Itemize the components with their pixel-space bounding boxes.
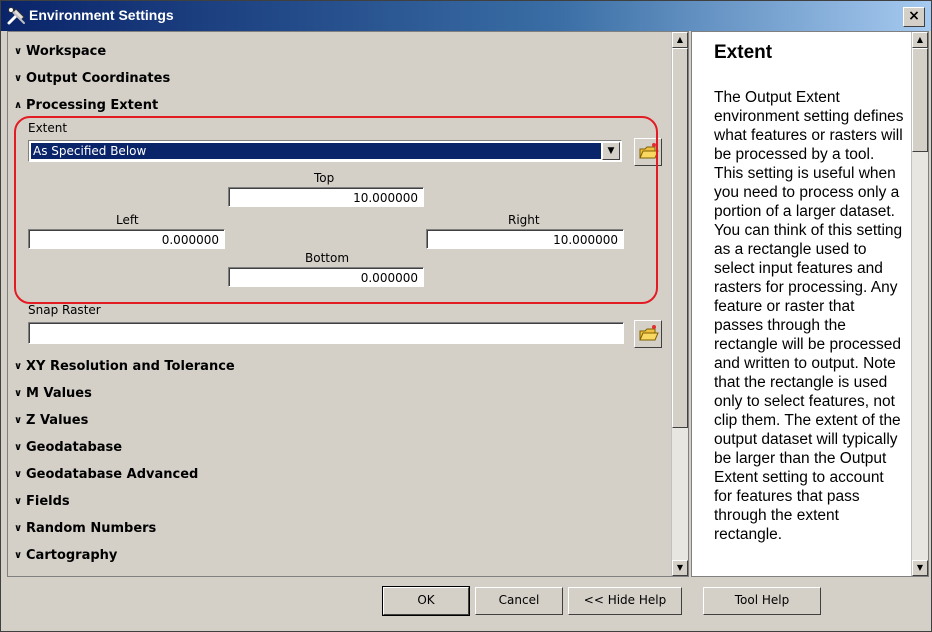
folder-icon (639, 325, 659, 341)
tool-help-button[interactable]: Tool Help (703, 587, 821, 615)
hide-help-button[interactable]: << Hide Help (568, 587, 682, 615)
chevron-down-icon: ∨ (14, 361, 23, 372)
left-label: Left (116, 213, 139, 227)
chevron-down-icon: ∨ (14, 46, 23, 57)
chevron-down-icon: ∨ (14, 550, 23, 561)
cancel-button[interactable]: Cancel (475, 587, 563, 615)
folder-icon (639, 143, 659, 159)
top-label: Top (314, 171, 335, 185)
section-xy-resolution[interactable]: ∨ XY Resolution and Tolerance (14, 359, 235, 377)
section-workspace[interactable]: ∨ Workspace (14, 44, 106, 62)
chevron-down-icon: ∨ (14, 496, 23, 507)
section-z-values[interactable]: ∨ Z Values (14, 413, 88, 431)
scroll-down-icon[interactable]: ▼ (912, 560, 928, 576)
extent-selected-value: As Specified Below (31, 143, 601, 159)
help-panel: Extent The Output Extent environment set… (691, 31, 929, 577)
scroll-down-icon[interactable]: ▼ (672, 560, 688, 576)
scroll-thumb[interactable] (672, 48, 688, 428)
chevron-down-icon: ∨ (14, 442, 23, 453)
chevron-down-icon: ∨ (14, 73, 23, 84)
bottom-label: Bottom (305, 251, 350, 265)
bottom-input[interactable]: 0.000000 (228, 267, 424, 287)
chevron-down-icon: ∨ (14, 388, 23, 399)
window-title: Environment Settings (29, 7, 174, 23)
help-scrollbar[interactable]: ▲ ▼ (911, 32, 928, 576)
scroll-up-icon[interactable]: ▲ (912, 32, 928, 48)
section-output-coordinates[interactable]: ∨ Output Coordinates (14, 71, 170, 89)
top-input[interactable]: 10.000000 (228, 187, 424, 207)
tools-icon (7, 7, 25, 25)
dropdown-arrow-icon[interactable]: ▼ (602, 142, 620, 160)
right-label: Right (508, 213, 540, 227)
section-fields[interactable]: ∨ Fields (14, 494, 70, 512)
title-bar[interactable]: Environment Settings × (1, 1, 931, 31)
section-m-values[interactable]: ∨ M Values (14, 386, 92, 404)
right-input[interactable]: 10.000000 (426, 229, 624, 249)
chevron-up-icon: ∧ (14, 100, 23, 111)
extent-browse-button[interactable] (634, 138, 662, 166)
extent-label: Extent (28, 121, 68, 135)
section-geodatabase[interactable]: ∨ Geodatabase (14, 440, 122, 458)
section-cartography[interactable]: ∨ Cartography (14, 548, 117, 566)
help-body: The Output Extent environment setting de… (714, 89, 904, 543)
extent-dropdown[interactable]: As Specified Below ▼ (28, 140, 622, 162)
left-input[interactable]: 0.000000 (28, 229, 225, 249)
section-processing-extent[interactable]: ∧ Processing Extent (14, 98, 158, 116)
snap-raster-browse-button[interactable] (634, 320, 662, 348)
chevron-down-icon: ∨ (14, 415, 23, 426)
close-button[interactable]: × (903, 7, 925, 27)
ok-button[interactable]: OK (382, 586, 470, 616)
snap-raster-input[interactable] (28, 322, 624, 344)
scroll-thumb[interactable] (912, 48, 928, 152)
chevron-down-icon: ∨ (14, 469, 23, 480)
snap-raster-label: Snap Raster (28, 303, 101, 317)
section-geodatabase-advanced[interactable]: ∨ Geodatabase Advanced (14, 467, 198, 485)
section-random-numbers[interactable]: ∨ Random Numbers (14, 521, 156, 539)
environment-settings-window: Environment Settings × ∨ Workspace ∨ Outpu… (0, 0, 932, 632)
chevron-down-icon: ∨ (14, 523, 23, 534)
help-title: Extent (714, 42, 773, 63)
settings-panel: ∨ Workspace ∨ Output Coordinates ∧ Processi… (7, 31, 689, 577)
settings-scrollbar[interactable]: ▲ ▼ (671, 32, 688, 576)
scroll-up-icon[interactable]: ▲ (672, 32, 688, 48)
